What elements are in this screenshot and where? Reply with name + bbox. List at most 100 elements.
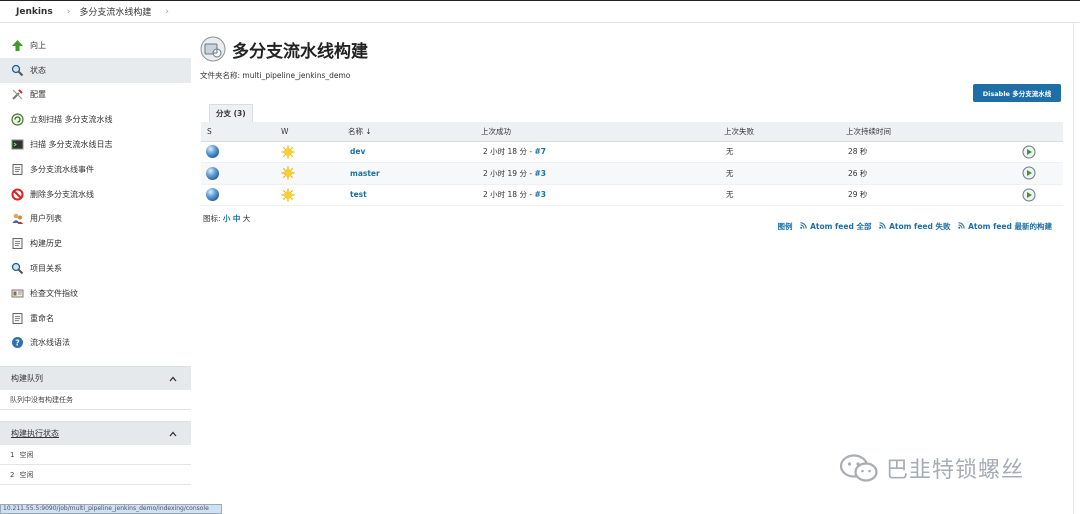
sidebar-item-label: 向上 [30, 40, 46, 50]
build-queue-header[interactable]: 构建队列 [0, 366, 191, 391]
column-header-actions [1021, 122, 1063, 142]
scan-icon [11, 113, 24, 126]
last-success-build-link[interactable]: #7 [534, 147, 546, 156]
atom-feed-all-link[interactable]: Atom feed 全部 [800, 221, 871, 232]
blue-ball-status-icon[interactable] [206, 188, 219, 202]
atom-feed-failed-link[interactable]: Atom feed 失败 [879, 221, 950, 232]
wrench-icon [12, 89, 23, 101]
sidebar-item-status[interactable]: 状态 [0, 57, 191, 83]
branch-name-cell: dev [348, 141, 481, 163]
multibranch-folder-icon [200, 36, 226, 62]
sidebar-item-fingerprint[interactable]: 检查文件指纹 [0, 281, 191, 306]
notepad-icon [12, 163, 23, 175]
icon-size-medium-link[interactable]: 中 [233, 214, 241, 223]
chevron-up-icon[interactable] [169, 431, 177, 437]
search-icon [11, 64, 24, 76]
svg-text:?: ? [15, 339, 20, 348]
notepad-icon [12, 238, 23, 250]
sidebar-item-label: 构建历史 [30, 239, 62, 249]
legend-link[interactable]: 图例 [777, 221, 792, 232]
column-header-status[interactable]: S [201, 122, 281, 142]
last-failure-cell: 无 [724, 162, 846, 185]
sunny-weather-icon [281, 166, 295, 180]
branch-name-cell: test [348, 184, 481, 206]
weather-cell [281, 141, 348, 163]
sidebar-item-rename[interactable]: 重命名 [0, 306, 191, 331]
schedule-build-icon[interactable] [1022, 166, 1036, 180]
column-header-last-success[interactable]: 上次成功 [481, 122, 724, 142]
sidebar-item-label: 立刻扫描 多分支流水线 [30, 115, 113, 125]
executors-header[interactable]: 构建执行状态 [0, 421, 191, 446]
schedule-build-icon[interactable] [1022, 145, 1036, 159]
executor-status: 空闲 [19, 470, 34, 479]
sidebar-item-up[interactable]: 向上 [0, 33, 191, 58]
last-success-build-link[interactable]: #3 [534, 190, 546, 199]
last-success-cell: 2 小时 19 分 - #3 [481, 162, 724, 185]
sidebar-item-scan-now[interactable]: 立刻扫描 多分支流水线 [0, 107, 191, 132]
sidebar-item-relationship[interactable]: 项目关系 [0, 256, 191, 281]
delete-icon [11, 188, 24, 201]
column-header-name[interactable]: 名称 ↓ [348, 122, 481, 142]
page-title: 多分支流水线构建 [232, 41, 368, 62]
fingerprint-icon [11, 289, 24, 298]
action-cell [1021, 162, 1063, 185]
branch-link[interactable]: test [350, 190, 367, 199]
sidebar-item-scan-log[interactable]: 扫描 多分支流水线日志 [0, 132, 191, 157]
branch-table: S W 名称 ↓ 上次成功 上次失败 上次持续时间 dev 2 小时 18 分 … [201, 122, 1063, 206]
sidebar-item-configure[interactable]: 配置 [0, 83, 191, 108]
tab-branches[interactable]: 分支 (3) [209, 104, 253, 122]
last-duration-cell: 26 秒 [846, 162, 1021, 185]
branch-name-cell: master [348, 162, 481, 185]
column-header-last-duration[interactable]: 上次持续时间 [846, 122, 1021, 142]
last-success-cell: 2 小时 18 分 - #3 [481, 184, 724, 206]
help-icon: ? [12, 337, 23, 349]
breadcrumb-home-link[interactable]: Jenkins [16, 7, 53, 17]
scrollbar-track[interactable] [1073, 23, 1074, 514]
build-queue-title[interactable]: 构建队列 [11, 373, 43, 384]
branch-link[interactable]: dev [350, 147, 365, 156]
up-arrow-icon [12, 39, 23, 51]
last-failure-text: 无 [726, 168, 734, 178]
status-cell [201, 141, 281, 163]
weather-cell [281, 184, 348, 206]
sidebar-item-delete[interactable]: 删除多分支流水线 [0, 182, 191, 207]
breadcrumb-separator-icon[interactable]: › [67, 7, 71, 17]
branch-link[interactable]: master [350, 169, 380, 178]
icon-size-small-link[interactable]: 小 [223, 214, 231, 223]
sidebar-item-events[interactable]: 多分支流水线事件 [0, 157, 191, 182]
icon-size-large-current: 大 [242, 214, 251, 223]
notepad-icon [12, 312, 23, 324]
blue-ball-status-icon[interactable] [206, 166, 219, 180]
users-icon [12, 214, 23, 225]
executors-title[interactable]: 构建执行状态 [11, 428, 59, 439]
table-row: dev 2 小时 18 分 - #7 无 28 秒 [201, 141, 1063, 163]
sidebar-item-build-history[interactable]: 构建历史 [0, 231, 191, 256]
last-success-build-link[interactable]: #3 [534, 169, 546, 178]
rss-icon [800, 222, 808, 229]
last-success-time: 2 小时 18 分 - [483, 190, 535, 200]
last-duration-text: 28 秒 [848, 147, 868, 157]
sidebar-item-label: 重命名 [30, 313, 54, 323]
column-header-weather[interactable]: W [281, 122, 348, 142]
last-duration-cell: 28 秒 [846, 141, 1021, 163]
sidebar-item-people[interactable]: 用户列表 [0, 207, 191, 232]
disable-multibranch-button[interactable]: Disable 多分支流水线 [973, 84, 1061, 102]
rss-icon [958, 222, 966, 229]
weather-cell [281, 162, 348, 185]
chevron-up-icon[interactable] [169, 376, 177, 382]
breadcrumb-separator-icon[interactable]: › [165, 7, 169, 17]
action-cell [1021, 184, 1063, 206]
sidebar-item-label: 状态 [30, 65, 46, 75]
breadcrumb-job-link[interactable]: 多分支流水线构建 [79, 5, 151, 18]
sidebar-item-pipeline-syntax[interactable]: ? 流水线语法 [0, 331, 191, 356]
executor-number: 1 [10, 450, 15, 459]
executor-row: 1 空闲 [0, 445, 191, 466]
atom-feed-failed-label: Atom feed 失败 [889, 222, 951, 231]
blue-ball-status-icon[interactable] [206, 145, 219, 159]
atom-feed-latest-label: Atom feed 最新的构建 [968, 222, 1052, 231]
schedule-build-icon[interactable] [1022, 188, 1036, 202]
sidebar-item-label: 项目关系 [30, 264, 62, 274]
atom-feed-latest-link[interactable]: Atom feed 最新的构建 [958, 221, 1052, 232]
watermark: 巴韭特锁螺丝 [838, 452, 1024, 484]
column-header-last-failure[interactable]: 上次失败 [724, 122, 846, 142]
